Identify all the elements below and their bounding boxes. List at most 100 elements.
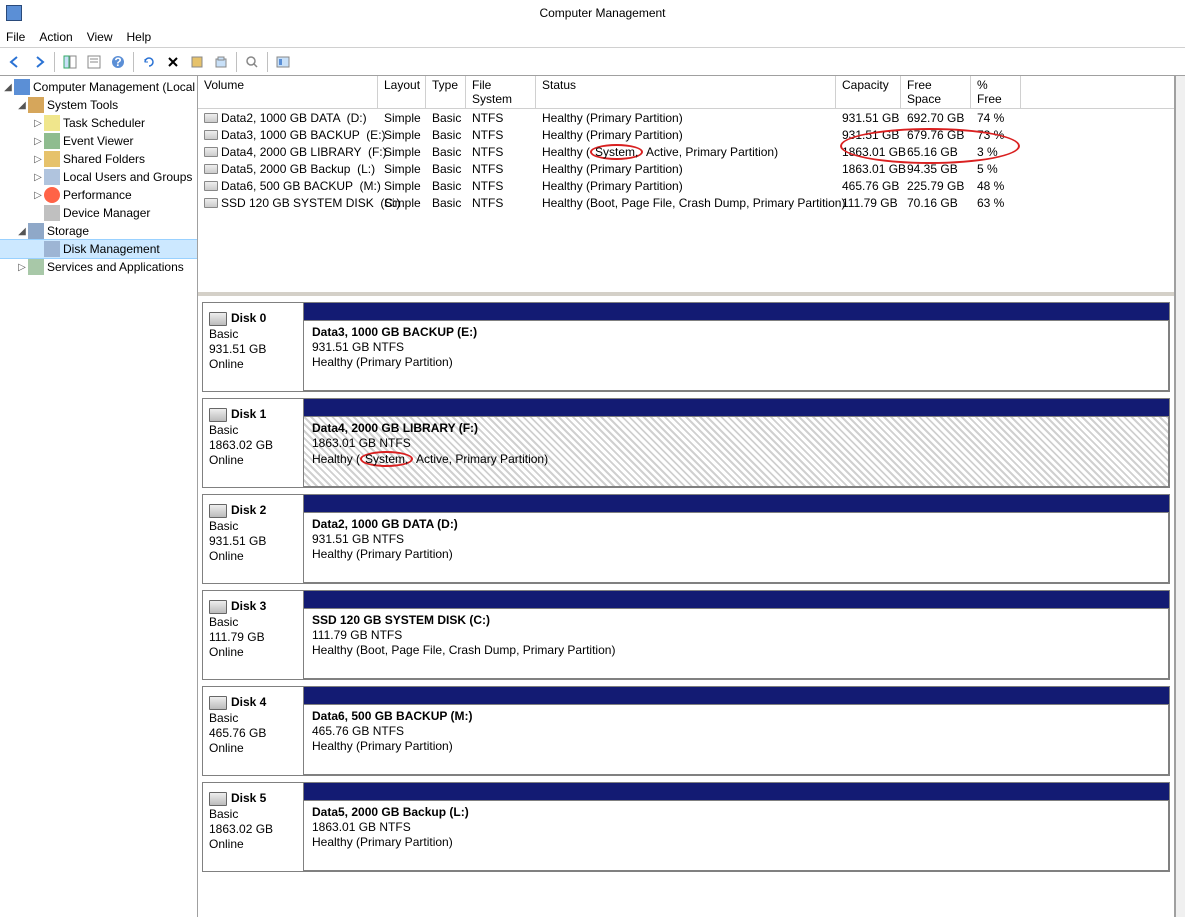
volume-row[interactable]: Data6, 500 GB BACKUP (M:)SimpleBasicNTFS… [198,177,1174,194]
settings-button[interactable] [272,51,294,73]
menu-action[interactable]: Action [39,30,72,44]
menu-bar: File Action View Help [0,26,1185,48]
tree-event-viewer[interactable]: ▷Event Viewer [0,132,197,150]
tree-root[interactable]: ◢Computer Management (Local [0,78,197,96]
disk-header-bar [303,495,1169,513]
actions-pane-collapsed[interactable] [1175,76,1185,917]
volume-icon [204,147,218,157]
disk-partition[interactable]: Data5, 2000 GB Backup (L:)1863.01 GB NTF… [303,801,1169,871]
find-button[interactable] [241,51,263,73]
tree-local-users[interactable]: ▷Local Users and Groups [0,168,197,186]
event-icon [44,133,60,149]
menu-file[interactable]: File [6,30,25,44]
disk-info: Disk 1Basic1863.02 GBOnline [203,399,303,487]
volume-row[interactable]: Data4, 2000 GB LIBRARY (F:)SimpleBasicNT… [198,143,1174,160]
disk-drive-icon [209,696,227,710]
disk-block[interactable]: Disk 1Basic1863.02 GBOnlineData4, 2000 G… [202,398,1170,488]
disk-block[interactable]: Disk 2Basic931.51 GBOnlineData2, 1000 GB… [202,494,1170,584]
disk-info: Disk 0Basic931.51 GBOnline [203,303,303,391]
help-button[interactable]: ? [107,51,129,73]
menu-view[interactable]: View [87,30,113,44]
annotation-circle: System, [360,451,413,467]
svg-text:?: ? [114,55,121,69]
action-button-2[interactable] [210,51,232,73]
tree-device-manager[interactable]: Device Manager [0,204,197,222]
computer-icon [14,79,30,95]
disk-drive-icon [209,792,227,806]
disk-info: Disk 5Basic1863.02 GBOnline [203,783,303,871]
toolbar: ? [0,48,1185,76]
volume-list[interactable]: Volume Layout Type File System Status Ca… [198,76,1174,296]
col-capacity[interactable]: Capacity [836,76,901,108]
tree-storage[interactable]: ◢Storage [0,222,197,240]
services-icon [28,259,44,275]
show-hide-tree-button[interactable] [59,51,81,73]
toolbar-separator [54,52,55,72]
toolbar-separator [236,52,237,72]
volume-icon [204,113,218,123]
refresh-button[interactable] [138,51,160,73]
performance-icon [44,187,60,203]
delete-button[interactable] [162,51,184,73]
disk-header-bar [303,591,1169,609]
disk-partition[interactable]: SSD 120 GB SYSTEM DISK (C:)111.79 GB NTF… [303,609,1169,679]
tree-system-tools[interactable]: ◢System Tools [0,96,197,114]
disk-header-bar [303,399,1169,417]
tree-disk-management[interactable]: Disk Management [0,240,197,258]
disk-drive-icon [209,504,227,518]
col-status[interactable]: Status [536,76,836,108]
folder-icon [44,151,60,167]
users-icon [44,169,60,185]
volume-icon [204,130,218,140]
disk-header-bar [303,783,1169,801]
annotation-circle: System, [590,144,643,160]
title-bar: Computer Management [0,0,1185,26]
disk-info: Disk 3Basic111.79 GBOnline [203,591,303,679]
volume-list-header: Volume Layout Type File System Status Ca… [198,76,1174,109]
volume-row[interactable]: Data5, 2000 GB Backup (L:)SimpleBasicNTF… [198,160,1174,177]
clock-icon [44,115,60,131]
disk-block[interactable]: Disk 3Basic111.79 GBOnlineSSD 120 GB SYS… [202,590,1170,680]
col-type[interactable]: Type [426,76,466,108]
action-button-1[interactable] [186,51,208,73]
disk-icon [44,241,60,257]
volume-row[interactable]: Data2, 1000 GB DATA (D:)SimpleBasicNTFSH… [198,109,1174,126]
menu-help[interactable]: Help [127,30,152,44]
col-pctfree[interactable]: % Free [971,76,1021,108]
disk-partition[interactable]: Data3, 1000 GB BACKUP (E:)931.51 GB NTFS… [303,321,1169,391]
forward-button[interactable] [28,51,50,73]
volume-icon [204,164,218,174]
properties-button[interactable] [83,51,105,73]
disk-drive-icon [209,408,227,422]
disk-partition[interactable]: Data6, 500 GB BACKUP (M:)465.76 GB NTFSH… [303,705,1169,775]
toolbar-separator [133,52,134,72]
disk-block[interactable]: Disk 5Basic1863.02 GBOnlineData5, 2000 G… [202,782,1170,872]
disk-partition[interactable]: Data4, 2000 GB LIBRARY (F:)1863.01 GB NT… [303,417,1169,487]
col-filesystem[interactable]: File System [466,76,536,108]
disk-info: Disk 2Basic931.51 GBOnline [203,495,303,583]
disk-header-bar [303,303,1169,321]
back-button[interactable] [4,51,26,73]
disk-drive-icon [209,600,227,614]
volume-row[interactable]: SSD 120 GB SYSTEM DISK (C:)SimpleBasicNT… [198,194,1174,211]
disk-drive-icon [209,312,227,326]
disk-partition[interactable]: Data2, 1000 GB DATA (D:)931.51 GB NTFSHe… [303,513,1169,583]
disk-block[interactable]: Disk 0Basic931.51 GBOnlineData3, 1000 GB… [202,302,1170,392]
device-icon [44,205,60,221]
gears-icon [28,97,44,113]
navigation-tree[interactable]: ◢Computer Management (Local ◢System Tool… [0,76,198,917]
storage-icon [28,223,44,239]
disk-graphical-view[interactable]: Disk 0Basic931.51 GBOnlineData3, 1000 GB… [198,296,1174,917]
disk-block[interactable]: Disk 4Basic465.76 GBOnlineData6, 500 GB … [202,686,1170,776]
volume-icon [204,198,218,208]
col-freespace[interactable]: Free Space [901,76,971,108]
tree-performance[interactable]: ▷Performance [0,186,197,204]
tree-task-scheduler[interactable]: ▷Task Scheduler [0,114,197,132]
disk-info: Disk 4Basic465.76 GBOnline [203,687,303,775]
volume-row[interactable]: Data3, 1000 GB BACKUP (E:)SimpleBasicNTF… [198,126,1174,143]
col-volume[interactable]: Volume [198,76,378,108]
app-icon [6,5,22,21]
tree-services[interactable]: ▷Services and Applications [0,258,197,276]
tree-shared-folders[interactable]: ▷Shared Folders [0,150,197,168]
col-layout[interactable]: Layout [378,76,426,108]
